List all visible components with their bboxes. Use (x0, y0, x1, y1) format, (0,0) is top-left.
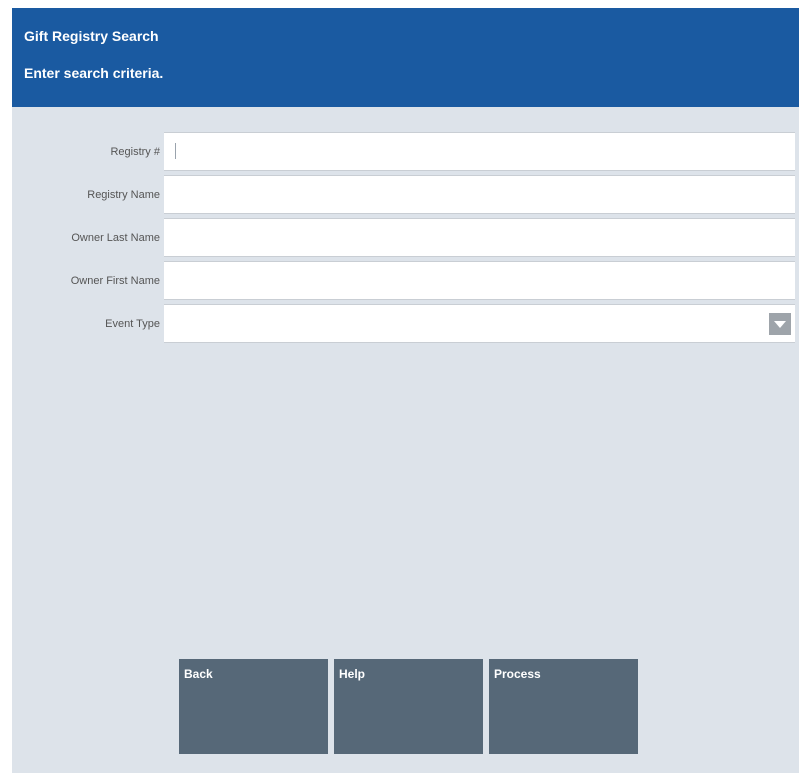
registry-number-row: Registry # (12, 132, 799, 173)
registry-name-input[interactable] (164, 176, 795, 213)
registry-name-row: Registry Name (12, 175, 799, 216)
owner-first-name-field-box (164, 261, 795, 300)
owner-last-name-field-box (164, 218, 795, 257)
registry-number-input[interactable] (164, 133, 795, 170)
owner-last-name-label: Owner Last Name (71, 232, 160, 244)
back-button[interactable]: Back (179, 659, 328, 754)
text-cursor (175, 143, 176, 159)
registry-number-field-box (164, 132, 795, 171)
owner-last-name-input[interactable] (164, 219, 795, 256)
event-type-label: Event Type (105, 318, 160, 330)
owner-first-name-row: Owner First Name (12, 261, 799, 302)
owner-first-name-label: Owner First Name (70, 275, 160, 287)
event-type-dropdown-button[interactable] (769, 313, 791, 335)
event-type-row: Event Type (12, 304, 799, 345)
owner-first-name-input[interactable] (164, 262, 795, 299)
registry-number-label: Registry # (110, 146, 160, 158)
help-button[interactable]: Help (334, 659, 483, 754)
header-bar: Gift Registry Search Enter search criter… (12, 8, 799, 107)
owner-last-name-row: Owner Last Name (12, 218, 799, 259)
process-button[interactable]: Process (489, 659, 638, 754)
registry-name-label: Registry Name (87, 189, 160, 201)
registry-name-field-box (164, 175, 795, 214)
event-type-select[interactable] (164, 304, 795, 343)
chevron-down-icon (774, 321, 786, 328)
page-title: Gift Registry Search (24, 28, 159, 44)
page-instructions: Enter search criteria. (24, 65, 164, 81)
app-frame: Gift Registry Search Enter search criter… (12, 8, 799, 773)
